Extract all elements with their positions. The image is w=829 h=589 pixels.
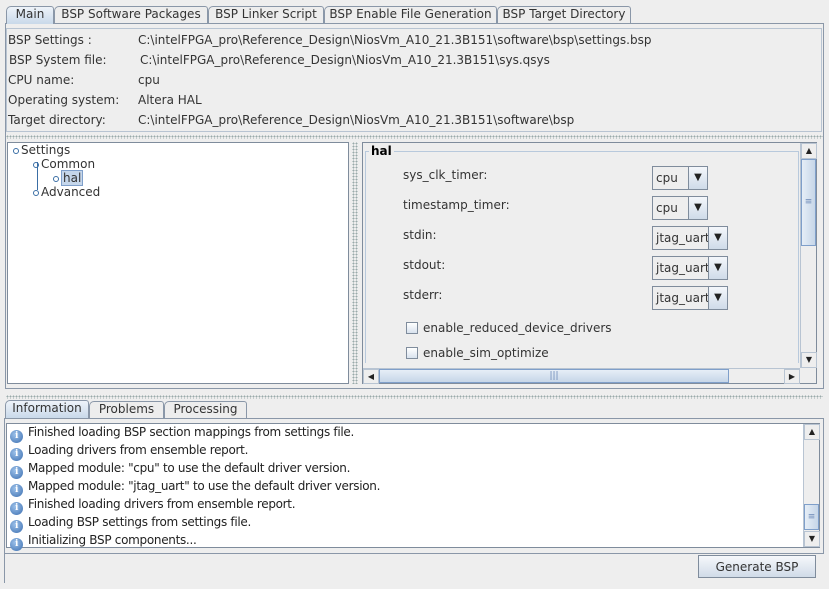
info-bsp-settings: BSP Settings : C:\intelFPGA_pro\Reference…	[8, 33, 652, 47]
info-value: C:\intelFPGA_pro\Reference_Design\NiosVm…	[140, 53, 550, 67]
sys-clk-timer-select[interactable]: cpu ▼	[652, 166, 708, 190]
info-label: BSP System file:	[9, 53, 107, 67]
message-text: Mapped module: "jtag_uart" to use the de…	[28, 479, 381, 493]
tab-bsp-software-packages[interactable]: BSP Software Packages	[54, 6, 208, 23]
info-target-directory: Target directory: C:\intelFPGA_pro\Refere…	[8, 113, 574, 127]
stdin-label: stdin:	[403, 228, 437, 242]
message-item[interactable]: i Loading drivers from ensemble report.	[10, 443, 248, 461]
info-label: Target directory:	[8, 113, 106, 127]
scroll-down-icon[interactable]: ▼	[801, 352, 817, 368]
info-icon: i	[10, 484, 23, 497]
info-icon: i	[10, 466, 23, 479]
select-value: cpu	[656, 171, 678, 185]
splitter-handle[interactable]	[6, 395, 823, 399]
scroll-thumb[interactable]: ≡	[804, 504, 819, 530]
info-icon: i	[10, 448, 23, 461]
tree-label: Advanced	[41, 185, 101, 199]
message-item[interactable]: i Mapped module: "cpu" to use the default…	[10, 461, 350, 479]
tree-node-hal[interactable]: hal	[53, 170, 84, 186]
message-text: Loading BSP settings from settings file.	[28, 515, 252, 529]
generate-bsp-button[interactable]: Generate BSP	[698, 555, 816, 578]
tree-node-settings[interactable]: Settings	[13, 143, 70, 157]
message-item[interactable]: i Loading BSP settings from settings file…	[10, 515, 251, 533]
message-item[interactable]: i Finished loading drivers from ensemble …	[10, 497, 296, 515]
stdout-label: stdout:	[403, 258, 446, 272]
message-text: Loading drivers from ensemble report.	[28, 443, 249, 457]
splitter-handle[interactable]	[6, 135, 823, 139]
info-value: cpu	[138, 73, 160, 87]
message-text: Mapped module: "cpu" to use the default …	[28, 461, 351, 475]
hal-group-title: hal	[369, 144, 394, 158]
tab-main[interactable]: Main	[6, 6, 54, 24]
info-icon: i	[10, 502, 23, 515]
tab-bsp-target-directory[interactable]: BSP Target Directory	[497, 6, 631, 23]
hal-horizontal-scrollbar[interactable]: ◀ ||| ▶	[363, 368, 800, 384]
stderr-select[interactable]: jtag_uart ▼	[652, 286, 728, 310]
info-value: C:\intelFPGA_pro\Reference_Design\NiosVm…	[138, 33, 652, 47]
scroll-up-icon[interactable]: ▲	[801, 143, 817, 159]
enable-sim-optimize-label: enable_sim_optimize	[423, 346, 549, 360]
enable-sim-optimize-checkbox[interactable]	[406, 347, 418, 359]
message-text: Finished loading BSP section mappings fr…	[28, 425, 355, 439]
tree-node-advanced[interactable]: Advanced	[33, 185, 100, 199]
message-item[interactable]: i Mapped module: "jtag_uart" to use the d…	[10, 479, 380, 497]
tree-node-icon	[13, 148, 19, 154]
chevron-down-icon[interactable]: ▼	[708, 227, 727, 249]
tab-bsp-enable-file-generation[interactable]: BSP Enable File Generation	[324, 6, 497, 23]
stderr-label: stderr:	[403, 288, 443, 302]
info-icon: i	[10, 430, 23, 443]
info-value: C:\intelFPGA_pro\Reference_Design\NiosVm…	[138, 113, 575, 127]
messages-vertical-scrollbar[interactable]: ▲ ≡ ▼	[803, 424, 820, 547]
tree-label: hal	[61, 170, 84, 186]
info-bsp-system-file: BSP System file: C:\intelFPGA_pro\Referen…	[9, 53, 550, 67]
status-area	[4, 553, 5, 583]
select-value: jtag_uart	[656, 291, 710, 305]
enable-reduced-device-drivers-label: enable_reduced_device_drivers	[423, 321, 612, 335]
info-icon: i	[10, 520, 23, 533]
scroll-left-icon[interactable]: ◀	[363, 369, 379, 384]
info-label: Operating system:	[8, 93, 120, 107]
tab-bsp-linker-script[interactable]: BSP Linker Script	[208, 6, 324, 23]
tab-processing[interactable]: Processing	[164, 401, 247, 418]
timestamp-timer-select[interactable]: cpu ▼	[652, 196, 708, 220]
tree-node-icon	[33, 162, 39, 168]
enable-reduced-device-drivers-checkbox[interactable]	[406, 322, 418, 334]
info-cpu-name: CPU name: cpu	[8, 73, 160, 87]
info-label: BSP Settings :	[8, 33, 92, 47]
chevron-down-icon[interactable]: ▼	[688, 167, 707, 189]
scroll-thumb[interactable]: ≡	[801, 159, 816, 246]
info-icon: i	[10, 538, 23, 551]
tree-leaf-icon	[53, 176, 59, 182]
scroll-up-icon[interactable]: ▲	[804, 424, 820, 440]
stdout-select[interactable]: jtag_uart ▼	[652, 256, 728, 280]
select-value: cpu	[656, 201, 678, 215]
message-text: Initializing BSP components...	[28, 533, 197, 547]
tree-node-icon	[33, 190, 39, 196]
tab-information[interactable]: Information	[5, 400, 89, 418]
chevron-down-icon[interactable]: ▼	[708, 287, 727, 309]
scroll-right-icon[interactable]: ▶	[784, 369, 800, 384]
timestamp-timer-label: timestamp_timer:	[403, 198, 510, 212]
info-value: Altera HAL	[138, 93, 202, 107]
tab-problems[interactable]: Problems	[89, 401, 164, 418]
scroll-down-icon[interactable]: ▼	[804, 531, 820, 547]
select-value: jtag_uart	[656, 261, 710, 275]
chevron-down-icon[interactable]: ▼	[688, 197, 707, 219]
message-item[interactable]: i Initializing BSP components...	[10, 533, 197, 551]
tree-node-common[interactable]: Common	[33, 157, 95, 171]
vertical-splitter[interactable]	[352, 142, 358, 384]
message-item[interactable]: i Finished loading BSP section mappings f…	[10, 425, 354, 443]
chevron-down-icon[interactable]: ▼	[708, 257, 727, 279]
message-text: Finished loading drivers from ensemble r…	[28, 497, 296, 511]
tree-label: Settings	[21, 143, 71, 157]
info-operating-system: Operating system: Altera HAL	[8, 93, 202, 107]
scroll-thumb[interactable]: |||	[379, 369, 729, 383]
info-label: CPU name:	[8, 73, 75, 87]
stdin-select[interactable]: jtag_uart ▼	[652, 226, 728, 250]
tree-label: Common	[41, 157, 96, 171]
select-value: jtag_uart	[656, 231, 710, 245]
sys-clk-timer-label: sys_clk_timer:	[403, 168, 488, 182]
hal-vertical-scrollbar[interactable]: ▲ ≡ ▼	[800, 143, 817, 368]
